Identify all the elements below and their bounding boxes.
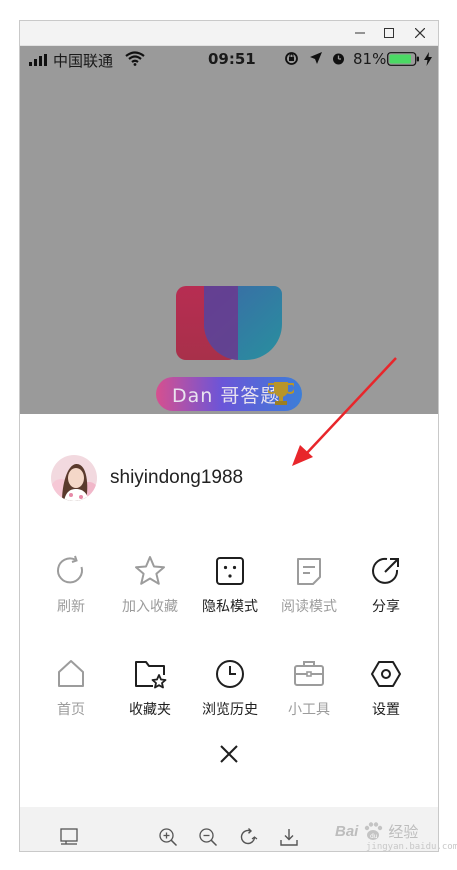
app-logo bbox=[176, 286, 282, 360]
download-icon bbox=[280, 829, 298, 846]
home-icon bbox=[31, 657, 111, 691]
dimmed-background[interactable]: 中国联通 09:51 81% Dan 哥答题 bbox=[20, 46, 438, 414]
settings-label: 设置 bbox=[372, 702, 400, 718]
toolbox-icon bbox=[269, 657, 349, 691]
reader-icon bbox=[269, 554, 349, 588]
rotate-button[interactable] bbox=[235, 824, 261, 850]
phone-screen: 中国联通 09:51 81% Dan 哥答题 shiyindong1988 刷新… bbox=[20, 46, 438, 851]
history-label: 浏览历史 bbox=[202, 702, 258, 718]
alarm-icon bbox=[331, 51, 346, 70]
window-titlebar bbox=[20, 21, 438, 46]
bookmarks-button[interactable]: 收藏夹 bbox=[110, 657, 190, 719]
privacy-mode-label: 隐私模式 bbox=[202, 599, 258, 615]
refresh-label: 刷新 bbox=[57, 599, 85, 615]
layout-icon bbox=[60, 828, 78, 845]
tools-label: 小工具 bbox=[288, 702, 330, 718]
share-label: 分享 bbox=[372, 599, 400, 615]
reader-mode-label: 阅读模式 bbox=[281, 599, 337, 615]
charging-icon bbox=[424, 52, 432, 70]
battery-percent: 81% bbox=[353, 50, 387, 68]
layout-button[interactable] bbox=[56, 824, 82, 850]
history-clock-icon bbox=[190, 657, 270, 691]
share-button[interactable]: 分享 bbox=[346, 554, 426, 616]
add-bookmark-button[interactable]: 加入收藏 bbox=[110, 554, 190, 616]
status-bar: 中国联通 09:51 81% bbox=[20, 46, 438, 73]
username: shiyindong1988 bbox=[110, 467, 244, 488]
settings-hexagon-icon bbox=[346, 657, 426, 691]
refresh-icon bbox=[31, 554, 111, 588]
baidu-paw-icon: du bbox=[365, 822, 383, 840]
download-button[interactable] bbox=[276, 824, 302, 850]
privacy-face-icon bbox=[190, 554, 270, 588]
zoom-out-icon bbox=[199, 828, 218, 847]
home-label: 首页 bbox=[57, 702, 85, 718]
battery-icon bbox=[387, 52, 420, 70]
wifi-icon bbox=[125, 51, 145, 70]
brand-text: Dan 哥答题 bbox=[172, 384, 281, 407]
carrier-text: 中国联通 bbox=[53, 52, 114, 70]
rotate-icon bbox=[240, 828, 258, 845]
add-bookmark-label: 加入收藏 bbox=[122, 599, 178, 615]
reader-mode-button[interactable]: 阅读模式 bbox=[269, 554, 349, 616]
signal-icon bbox=[29, 52, 49, 70]
refresh-button[interactable]: 刷新 bbox=[31, 554, 111, 616]
home-button[interactable]: 首页 bbox=[31, 657, 111, 719]
star-icon bbox=[110, 554, 190, 588]
location-icon bbox=[309, 51, 323, 69]
maximize-button[interactable] bbox=[374, 21, 404, 45]
brand-banner: Dan 哥答题 bbox=[156, 377, 302, 411]
watermark-url: jingyan.baidu.com bbox=[366, 842, 457, 852]
close-sheet-button[interactable] bbox=[214, 739, 244, 769]
watermark-brand: Bai bbox=[335, 822, 359, 840]
rotation-lock-icon bbox=[284, 51, 299, 70]
history-button[interactable]: 浏览历史 bbox=[190, 657, 270, 719]
user-profile[interactable]: shiyindong1988 bbox=[51, 454, 243, 502]
share-icon bbox=[346, 554, 426, 588]
privacy-mode-button[interactable]: 隐私模式 bbox=[190, 554, 270, 616]
bookmark-folder-icon bbox=[110, 657, 190, 691]
close-window-button[interactable] bbox=[405, 21, 435, 45]
watermark-paw-text: du bbox=[370, 833, 378, 840]
zoom-in-icon bbox=[159, 828, 178, 847]
tools-button[interactable]: 小工具 bbox=[269, 657, 349, 719]
minimize-button[interactable] bbox=[345, 21, 375, 45]
status-time: 09:51 bbox=[208, 50, 256, 68]
avatar[interactable] bbox=[51, 455, 97, 501]
action-sheet: shiyindong1988 刷新 加入收藏 隐私模式 阅读模式 分享 首页 收… bbox=[20, 414, 438, 851]
zoom-in-button[interactable] bbox=[155, 824, 181, 850]
close-icon bbox=[220, 745, 238, 763]
baidu-watermark: Bai du 经验 bbox=[335, 820, 418, 842]
zoom-out-button[interactable] bbox=[195, 824, 221, 850]
settings-button[interactable]: 设置 bbox=[346, 657, 426, 719]
watermark-jingyan: 经验 bbox=[388, 822, 419, 841]
app-window: 中国联通 09:51 81% Dan 哥答题 shiyindong1988 刷新… bbox=[19, 20, 439, 852]
bookmarks-label: 收藏夹 bbox=[129, 702, 171, 718]
trophy-icon bbox=[266, 380, 296, 411]
